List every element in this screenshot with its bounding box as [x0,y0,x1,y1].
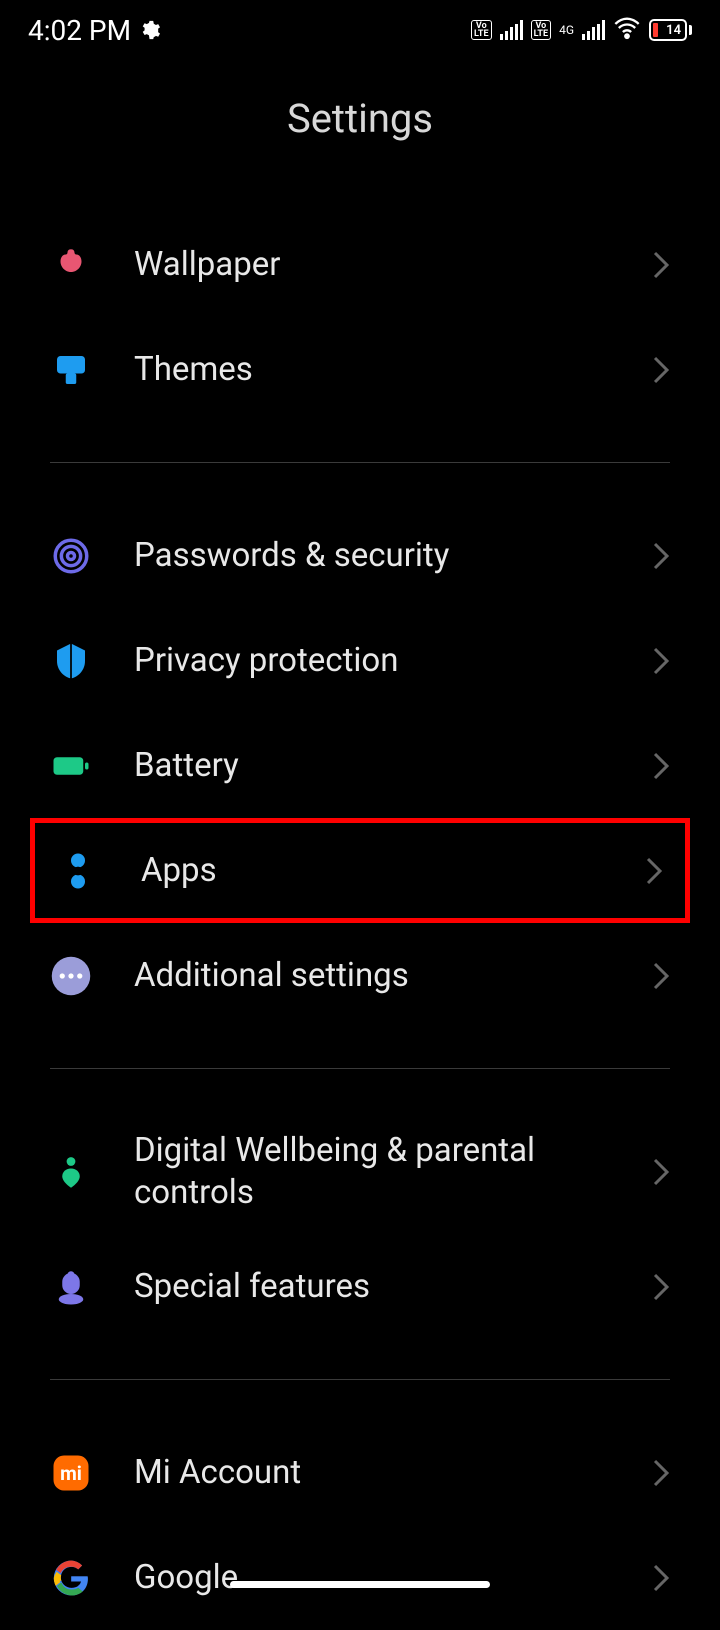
settings-group: Wallpaper Themes [0,212,720,422]
chevron-right-icon [652,541,670,571]
battery-icon [50,745,92,787]
item-label: Additional settings [134,955,652,996]
chevron-right-icon [652,1272,670,1302]
item-label: Passwords & security [134,535,652,576]
divider [50,1379,670,1380]
settings-item-apps[interactable]: Apps [30,818,690,923]
item-label: Themes [134,349,652,390]
nav-handle[interactable] [230,1581,490,1588]
status-right: VoLTE VoLTE 4G 14 [471,14,692,46]
page-title: Settings [0,95,720,142]
chevron-right-icon [652,1157,670,1187]
wifi-icon [613,14,641,46]
special-icon [50,1266,92,1308]
settings-item-wallpaper[interactable]: Wallpaper [0,212,720,317]
item-label: Digital Wellbeing & parental controls [134,1130,652,1213]
settings-item-wellbeing[interactable]: Digital Wellbeing & parental controls [0,1109,720,1234]
settings-group: Digital Wellbeing & parental controls Sp… [0,1109,720,1339]
chevron-right-icon [652,250,670,280]
apps-icon [57,850,99,892]
shield-icon [50,640,92,682]
item-label: Wallpaper [134,244,652,285]
settings-item-privacy[interactable]: Privacy protection [0,608,720,713]
divider [50,1068,670,1069]
more-icon [50,955,92,997]
settings-item-miaccount[interactable]: mi Mi Account [0,1420,720,1525]
chevron-right-icon [652,751,670,781]
network-label: 4G [559,25,574,35]
divider [50,462,670,463]
mi-icon: mi [50,1452,92,1494]
item-label: Mi Account [134,1452,652,1493]
themes-icon [50,349,92,391]
settings-item-battery[interactable]: Battery [0,713,720,818]
status-left: 4:02 PM [28,14,161,47]
signal-icon [582,20,605,40]
settings-group: mi Mi Account Google [0,1420,720,1630]
volte-icon: VoLTE [531,20,552,40]
status-time: 4:02 PM [28,14,131,47]
item-label: Google [134,1557,652,1598]
settings-item-special[interactable]: Special features [0,1234,720,1339]
google-icon [50,1557,92,1599]
svg-text:mi: mi [60,1462,82,1485]
item-label: Privacy protection [134,640,652,681]
settings-item-themes[interactable]: Themes [0,317,720,422]
chevron-right-icon [652,355,670,385]
wallpaper-icon [50,244,92,286]
item-label: Battery [134,745,652,786]
wellbeing-icon [50,1151,92,1193]
chevron-right-icon [645,856,663,886]
chevron-right-icon [652,1458,670,1488]
chevron-right-icon [652,1563,670,1593]
settings-group: Passwords & security Privacy protection … [0,503,720,1028]
battery-indicator: 14 [649,19,692,41]
gear-icon [139,19,161,41]
volte-icon: VoLTE [471,20,492,40]
status-bar: 4:02 PM VoLTE VoLTE 4G 14 [0,0,720,60]
settings-item-google[interactable]: Google [0,1525,720,1630]
item-label: Apps [141,850,645,891]
settings-item-passwords[interactable]: Passwords & security [0,503,720,608]
chevron-right-icon [652,961,670,991]
chevron-right-icon [652,646,670,676]
settings-item-additional[interactable]: Additional settings [0,923,720,1028]
signal-icon [500,20,523,40]
battery-percent: 14 [666,23,681,38]
fingerprint-icon [50,535,92,577]
item-label: Special features [134,1266,652,1307]
